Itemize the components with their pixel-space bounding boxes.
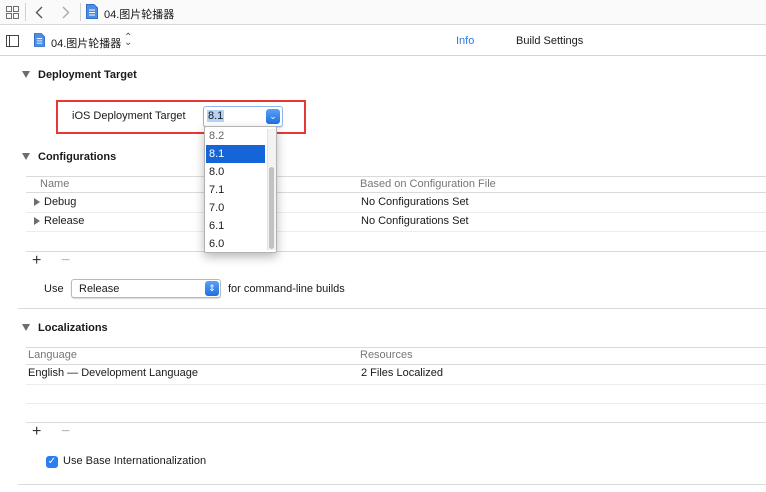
divider [18,308,766,309]
config-name: Release [44,215,85,227]
dropdown-option[interactable]: 7.0 [206,199,265,217]
divider [26,422,766,423]
add-configuration-button[interactable]: + [32,252,41,270]
column-header-resources[interactable]: Resources [360,349,413,361]
config-file: No Configurations Set [361,196,469,208]
divider [26,176,766,177]
divider [26,403,766,404]
popup-chevron-down-icon[interactable]: ⌄ [266,109,280,124]
localization-language: English — Development Language [28,367,199,379]
dropdown-option-selected[interactable]: 8.1 [206,145,265,163]
dropdown-option[interactable]: 6.1 [206,217,265,235]
localizations-section-title: Localizations [38,322,108,334]
dropdown-scroll-thumb[interactable] [269,167,274,249]
command-line-config-popup[interactable]: Release ⇕ [71,279,221,298]
expand-triangle-icon[interactable] [34,198,40,206]
tab-info[interactable]: Info [456,35,474,47]
command-line-config-value: Release [79,283,120,295]
target-selector-label[interactable]: 04.图片轮播器 [51,35,121,51]
dropdown-option[interactable]: 7.1 [206,181,265,199]
column-header-language[interactable]: Language [28,349,77,361]
column-header-name[interactable]: Name [40,178,69,190]
configurations-section-title: Configurations [38,151,117,163]
popup-updown-icon[interactable]: ⇕ [205,281,219,296]
jump-bar: 04.图片轮播器 [0,0,766,25]
command-line-suffix: for command-line builds [228,283,345,295]
tab-build-settings[interactable]: Build Settings [516,35,583,47]
expand-triangle-icon[interactable] [34,217,40,225]
use-label: Use [44,283,64,295]
target-selector-down-icon[interactable]: ⌄ [124,37,132,48]
toolbar-divider [80,3,81,21]
ios-deployment-target-label: iOS Deployment Target [72,110,186,122]
add-localization-button[interactable]: + [32,423,41,441]
remove-configuration-button[interactable]: − [61,252,70,270]
disclosure-triangle-icon[interactable] [22,324,30,331]
toolbar-divider [25,3,26,21]
divider [26,251,766,252]
dropdown-option[interactable]: 8.2 [206,127,265,145]
divider [26,347,766,348]
base-internationalization-label[interactable]: Use Base Internationalization [63,455,206,467]
table-row[interactable]: Release No Configurations Set [26,212,766,231]
config-file: No Configurations Set [361,215,469,227]
forward-chevron-icon[interactable] [58,4,74,20]
deployment-target-dropdown[interactable]: 8.2 8.1 8.0 7.1 7.0 6.1 6.0 [204,126,277,253]
table-row[interactable]: Debug No Configurations Set [26,193,766,212]
disclosure-triangle-icon[interactable] [22,153,30,160]
editor-header: 04.图片轮播器 ⌃ ⌄ Info Build Settings [0,25,766,56]
table-row[interactable]: English — Development Language 2 Files L… [26,365,766,384]
dropdown-option[interactable]: 8.0 [206,163,265,181]
divider [26,231,766,232]
target-file-icon [34,33,46,48]
deployment-section-title: Deployment Target [38,69,137,81]
jump-bar-project-name[interactable]: 04.图片轮播器 [104,6,174,22]
dropdown-option[interactable]: 6.0 [206,235,265,253]
base-internationalization-checkbox[interactable]: ✓ [46,456,58,468]
disclosure-triangle-icon[interactable] [22,71,30,78]
back-chevron-icon[interactable] [31,4,47,20]
sidebar-toggle-icon[interactable] [6,35,19,47]
column-header-config-file[interactable]: Based on Configuration File [360,178,496,190]
remove-localization-button[interactable]: − [61,423,70,441]
related-items-grid-icon[interactable] [4,4,20,20]
divider [26,384,766,385]
config-name: Debug [44,196,77,208]
localization-resources: 2 Files Localized [361,367,443,379]
divider [18,484,766,485]
ios-deployment-target-popup[interactable]: 8.1 ⌄ [203,106,283,127]
project-file-icon [86,4,98,19]
ios-deployment-target-value: 8.1 [207,110,225,122]
